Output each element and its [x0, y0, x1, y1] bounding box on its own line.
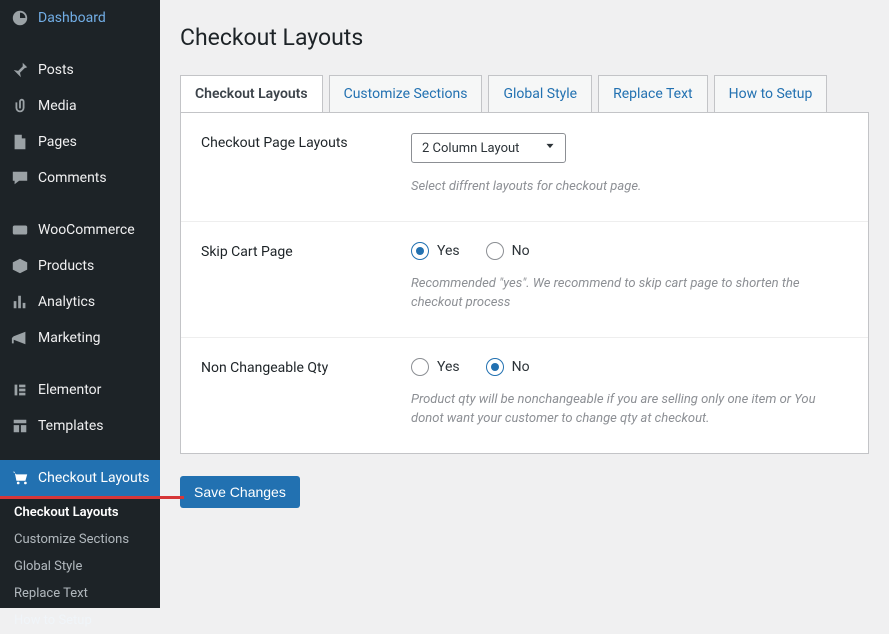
skip-cart-yes-radio[interactable]: Yes: [411, 242, 460, 260]
active-underline: [0, 496, 184, 499]
setting-label: Skip Cart Page: [201, 242, 411, 313]
qty-no-radio[interactable]: No: [486, 358, 530, 376]
setting-row-layout: Checkout Page Layouts 2 Column Layout Se…: [181, 113, 868, 222]
chevron-down-icon: [543, 139, 557, 157]
sidebar-label: Analytics: [38, 294, 95, 310]
submenu-item-global-style[interactable]: Global Style: [0, 553, 160, 580]
pages-icon: [10, 132, 30, 152]
cart-icon: [10, 468, 30, 488]
sidebar-item-posts[interactable]: Posts: [0, 52, 160, 88]
admin-sidebar: Dashboard Posts Media Pages Comments Woo…: [0, 0, 160, 608]
sidebar-label: Templates: [38, 418, 104, 434]
layout-select[interactable]: 2 Column Layout: [411, 133, 566, 163]
setting-row-non-changeable-qty: Non Changeable Qty Yes No Product qty wi…: [181, 338, 868, 453]
setting-description: Product qty will be nonchangeable if you…: [411, 390, 848, 429]
submenu-item-how-to-setup[interactable]: How to Setup: [0, 607, 160, 634]
templates-icon: [10, 416, 30, 436]
sidebar-label: Comments: [38, 170, 107, 186]
qty-yes-radio[interactable]: Yes: [411, 358, 460, 376]
save-button[interactable]: Save Changes: [180, 476, 300, 508]
sidebar-item-woocommerce[interactable]: WooCommerce: [0, 212, 160, 248]
setting-label: Non Changeable Qty: [201, 358, 411, 429]
submenu-item-customize-sections[interactable]: Customize Sections: [0, 526, 160, 553]
tab-global-style[interactable]: Global Style: [488, 75, 592, 112]
elementor-icon: [10, 380, 30, 400]
analytics-icon: [10, 292, 30, 312]
submenu-item-replace-text[interactable]: Replace Text: [0, 580, 160, 607]
sidebar-item-analytics[interactable]: Analytics: [0, 284, 160, 320]
radio-dot-icon: [486, 358, 504, 376]
qty-radio-group: Yes No: [411, 358, 848, 376]
sidebar-item-products[interactable]: Products: [0, 248, 160, 284]
setting-row-skip-cart: Skip Cart Page Yes No Recommended "yes".…: [181, 222, 868, 338]
submenu-item-checkout-layouts[interactable]: Checkout Layouts: [0, 499, 160, 526]
setting-label: Checkout Page Layouts: [201, 133, 411, 197]
skip-cart-radio-group: Yes No: [411, 242, 848, 260]
radio-dot-icon: [411, 242, 429, 260]
sidebar-item-templates[interactable]: Templates: [0, 408, 160, 444]
setting-description: Recommended "yes". We recommend to skip …: [411, 274, 848, 313]
radio-dot-icon: [486, 242, 504, 260]
dashboard-icon: [10, 8, 30, 28]
sidebar-label: Marketing: [38, 330, 101, 346]
comments-icon: [10, 168, 30, 188]
sidebar-label: Posts: [38, 62, 74, 78]
sidebar-item-pages[interactable]: Pages: [0, 124, 160, 160]
sidebar-item-checkout-layouts[interactable]: Checkout Layouts: [0, 460, 160, 496]
sidebar-item-media[interactable]: Media: [0, 88, 160, 124]
skip-cart-no-radio[interactable]: No: [486, 242, 530, 260]
tab-customize-sections[interactable]: Customize Sections: [329, 75, 483, 112]
sidebar-item-dashboard[interactable]: Dashboard: [0, 0, 160, 36]
sidebar-item-comments[interactable]: Comments: [0, 160, 160, 196]
sidebar-label: Products: [38, 258, 94, 274]
tab-how-to-setup[interactable]: How to Setup: [714, 75, 828, 112]
sidebar-label: WooCommerce: [38, 222, 135, 238]
setting-description: Select diffrent layouts for checkout pag…: [411, 177, 848, 197]
select-value: 2 Column Layout: [422, 141, 519, 156]
tab-checkout-layouts[interactable]: Checkout Layouts: [180, 75, 323, 112]
sidebar-label: Checkout Layouts: [38, 470, 150, 486]
settings-panel: Checkout Page Layouts 2 Column Layout Se…: [180, 112, 869, 454]
sidebar-label: Dashboard: [38, 10, 106, 26]
page-title: Checkout Layouts: [180, 24, 869, 51]
sidebar-item-elementor[interactable]: Elementor: [0, 372, 160, 408]
woocommerce-icon: [10, 220, 30, 240]
sidebar-label: Pages: [38, 134, 77, 150]
pin-icon: [10, 60, 30, 80]
sidebar-item-marketing[interactable]: Marketing: [0, 320, 160, 356]
sidebar-label: Media: [38, 98, 77, 114]
radio-dot-icon: [411, 358, 429, 376]
marketing-icon: [10, 328, 30, 348]
tab-replace-text[interactable]: Replace Text: [598, 75, 708, 112]
products-icon: [10, 256, 30, 276]
media-icon: [10, 96, 30, 116]
main-content: Checkout Layouts Checkout Layouts Custom…: [160, 0, 889, 608]
sidebar-label: Elementor: [38, 382, 101, 398]
settings-tabs: Checkout Layouts Customize Sections Glob…: [180, 75, 869, 112]
